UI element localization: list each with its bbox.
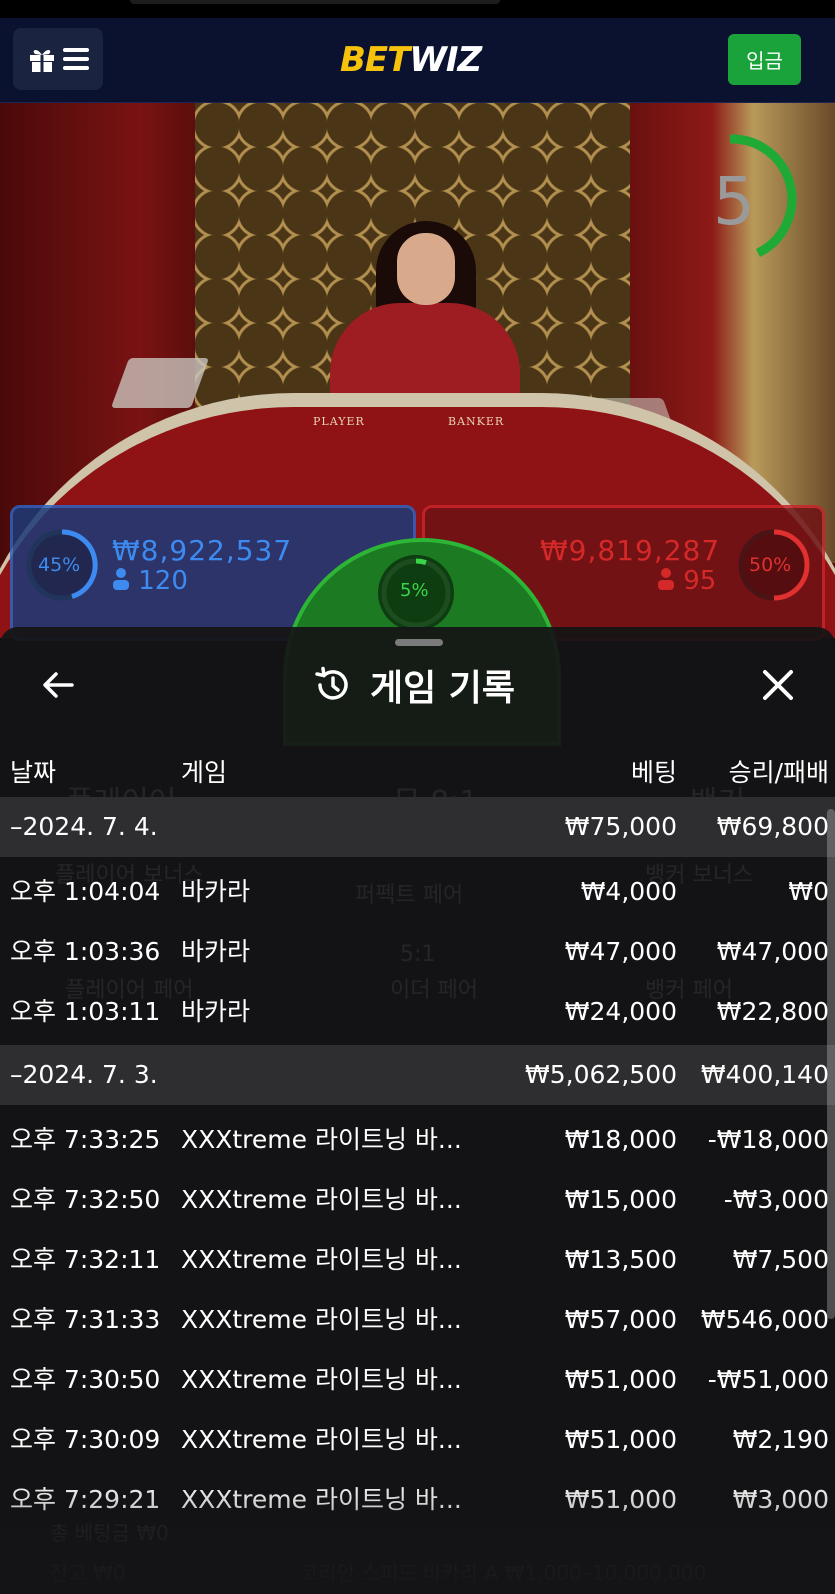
sheet-title-bar: 게임 기록 xyxy=(312,660,515,710)
row-game: XXXtreme 라이트닝 바... xyxy=(181,1185,462,1214)
countdown-timer: 5 xyxy=(713,163,755,240)
dealer-face xyxy=(397,233,455,305)
row-date: 오후 7:32:50 xyxy=(10,1185,161,1214)
row-bet: ₩51,000 xyxy=(564,1485,677,1514)
history-row[interactable]: 오후 1:04:04 바카라 ₩4,000 ₩0 xyxy=(0,862,835,922)
row-game: XXXtreme 라이트닝 바... xyxy=(181,1245,462,1274)
row-date: –2024. 7. 3. xyxy=(10,1060,158,1089)
row-date: 오후 1:03:36 xyxy=(10,937,161,966)
row-game: 바카라 xyxy=(181,877,251,906)
row-game: 바카라 xyxy=(181,997,251,1026)
row-date: 오후 1:03:11 xyxy=(10,997,161,1026)
row-win-loss: ₩7,500 xyxy=(732,1245,829,1274)
column-header-game[interactable]: 게임 xyxy=(181,753,227,789)
gift-icon xyxy=(30,49,54,72)
row-bet: ₩24,000 xyxy=(564,997,677,1026)
row-bet: ₩57,000 xyxy=(564,1305,677,1334)
row-bet: ₩15,000 xyxy=(564,1185,677,1214)
status-notch xyxy=(130,0,500,4)
banker-count: 95 xyxy=(657,566,716,596)
row-date: 오후 7:31:33 xyxy=(10,1305,161,1334)
row-date: 오후 7:29:21 xyxy=(10,1485,161,1514)
banker-percent: 50% xyxy=(749,554,792,576)
row-bet: ₩4,000 xyxy=(580,877,677,906)
row-date: 오후 7:30:09 xyxy=(10,1425,161,1454)
history-row[interactable]: 오후 7:31:33 XXXtreme 라이트닝 바... ₩57,000 ₩546,… xyxy=(0,1290,835,1350)
table-label-banker: BANKER xyxy=(448,415,505,428)
ghost-balance: 잔고 ₩0 xyxy=(50,1561,126,1585)
banker-total-amount: ₩9,819,287 xyxy=(540,534,721,567)
column-header-bet[interactable]: 베팅 xyxy=(631,753,677,789)
row-win-loss: -₩3,000 xyxy=(723,1185,829,1214)
banker-count-value: 95 xyxy=(683,566,717,596)
date-group-row: –2024. 7. 3. ₩5,062,500 ₩400,140 xyxy=(0,1045,835,1105)
row-win-loss: -₩51,000 xyxy=(707,1365,829,1394)
player-total-amount: ₩8,922,537 xyxy=(112,534,293,567)
row-win-loss: ₩0 xyxy=(788,877,829,906)
row-bet: ₩18,000 xyxy=(564,1125,677,1154)
row-date: 오후 7:33:25 xyxy=(10,1125,161,1154)
logo-wiz: WIZ xyxy=(409,40,482,80)
top-header: BETWIZ 입금 xyxy=(0,18,835,103)
row-win-loss: ₩69,800 xyxy=(716,812,829,841)
status-bar xyxy=(0,0,835,18)
row-game: XXXtreme 라이트닝 바... xyxy=(181,1485,462,1514)
row-win-loss: -₩18,000 xyxy=(707,1125,829,1154)
row-win-loss: ₩2,190 xyxy=(732,1425,829,1454)
column-header-date[interactable]: 날짜 xyxy=(10,753,56,789)
row-bet: ₩51,000 xyxy=(564,1365,677,1394)
row-win-loss: ₩22,800 xyxy=(716,997,829,1026)
tie-percent: 5% xyxy=(400,580,429,601)
player-count: 120 xyxy=(112,566,188,596)
sheet-drag-handle[interactable] xyxy=(395,639,443,646)
history-row[interactable]: 오후 7:30:09 XXXtreme 라이트닝 바... ₩51,000 ₩2,19… xyxy=(0,1410,835,1470)
betwiz-logo[interactable]: BETWIZ xyxy=(340,40,482,80)
row-game: XXXtreme 라이트닝 바... xyxy=(181,1125,462,1154)
menu-button[interactable] xyxy=(13,28,103,90)
row-win-loss: ₩3,000 xyxy=(732,1485,829,1514)
history-row[interactable]: 오후 1:03:11 바카라 ₩24,000 ₩22,800 xyxy=(0,982,835,1042)
table-label-player: PLAYER xyxy=(313,415,365,428)
row-date: 오후 7:30:50 xyxy=(10,1365,161,1394)
row-win-loss: ₩546,000 xyxy=(700,1305,829,1334)
history-row[interactable]: 오후 7:32:11 XXXtreme 라이트닝 바... ₩13,500 ₩7,50… xyxy=(0,1230,835,1290)
row-game: XXXtreme 라이트닝 바... xyxy=(181,1365,462,1394)
row-game: XXXtreme 라이트닝 바... xyxy=(181,1305,462,1334)
hamburger-icon xyxy=(63,48,89,70)
user-icon xyxy=(113,568,129,590)
row-date: –2024. 7. 4. xyxy=(10,812,158,841)
close-icon[interactable] xyxy=(758,665,798,705)
row-game: XXXtreme 라이트닝 바... xyxy=(181,1425,462,1454)
sheet-title: 게임 기록 xyxy=(370,668,516,709)
row-date: 오후 7:32:11 xyxy=(10,1245,161,1274)
column-header-win-loss[interactable]: 승리/패배 xyxy=(729,753,829,789)
row-bet: ₩47,000 xyxy=(564,937,677,966)
date-group-row: –2024. 7. 4. ₩75,000 ₩69,800 xyxy=(0,797,835,857)
user-icon xyxy=(658,568,674,590)
game-history-sheet: 플레이어 무 8:1 뱅커 플레이어 보너스 퍼펙트 페어 뱅커 보너스 5:1… xyxy=(0,627,835,1594)
deposit-button[interactable]: 입금 xyxy=(728,34,801,85)
player-percent: 45% xyxy=(38,554,81,576)
row-bet: ₩13,500 xyxy=(564,1245,677,1274)
row-win-loss: ₩400,140 xyxy=(700,1060,829,1089)
row-game xyxy=(181,1045,481,1105)
history-row[interactable]: 오후 1:03:36 바카라 ₩47,000 ₩47,000 xyxy=(0,922,835,982)
row-game: 바카라 xyxy=(181,937,251,966)
row-bet: ₩5,062,500 xyxy=(525,1060,677,1089)
logo-bet: BET xyxy=(340,40,410,80)
history-row[interactable]: 오후 7:32:50 XXXtreme 라이트닝 바... ₩15,000 -₩3,0… xyxy=(0,1170,835,1230)
ghost-table-info: 코리안 스피드 바카라 A ₩1,000–10,000,000 xyxy=(300,1561,707,1585)
row-bet: ₩51,000 xyxy=(564,1425,677,1454)
history-row[interactable]: 오후 7:33:25 XXXtreme 라이트닝 바... ₩18,000 -₩18,… xyxy=(0,1110,835,1170)
history-scrollbar[interactable] xyxy=(827,809,835,1319)
row-bet: ₩75,000 xyxy=(564,812,677,841)
history-row[interactable]: 오후 7:29:21 XXXtreme 라이트닝 바... ₩51,000 ₩3,00… xyxy=(0,1470,835,1530)
history-row[interactable]: 오후 7:30:50 XXXtreme 라이트닝 바... ₩51,000 -₩51,… xyxy=(0,1350,835,1410)
row-game xyxy=(181,797,481,857)
row-date: 오후 1:04:04 xyxy=(10,877,161,906)
back-arrow-icon[interactable] xyxy=(40,667,76,703)
player-count-value: 120 xyxy=(138,566,188,596)
history-clock-icon xyxy=(315,666,348,700)
row-win-loss: ₩47,000 xyxy=(716,937,829,966)
